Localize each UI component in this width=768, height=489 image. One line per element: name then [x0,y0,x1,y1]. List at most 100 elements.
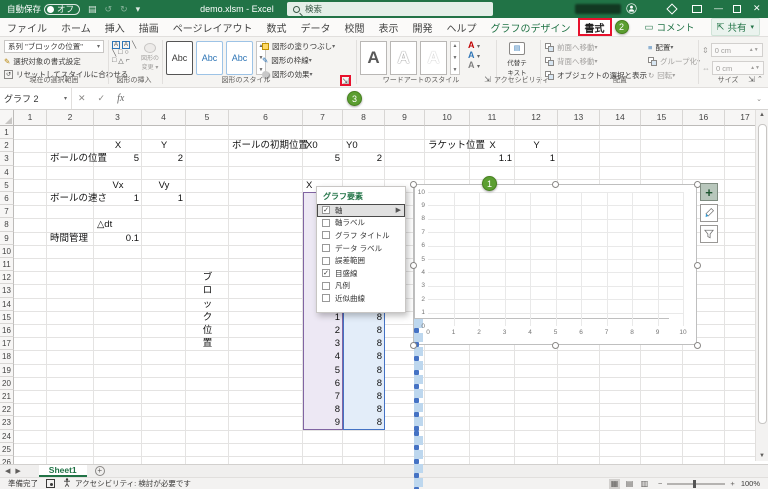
cell-r2c3[interactable]: X [94,139,142,152]
height-spinner[interactable]: 0 cm ▲▼ [710,43,763,57]
comments-button[interactable]: ▭ コメント [639,18,701,36]
save-icon[interactable]: ▤ [88,4,97,15]
cell-r2c11[interactable]: X [470,139,515,152]
sheet-tab-active[interactable]: Sheet1 [38,465,87,477]
selection-handle[interactable] [410,342,417,349]
col-header-2[interactable]: 2 [47,110,94,126]
zoom-level[interactable]: 100% [741,479,760,488]
wordart-scroll[interactable]: ▲ ▼ ▼ [450,41,460,75]
checkbox-unchecked[interactable] [322,281,330,290]
ribbon-options-icon[interactable] [692,5,702,13]
text-fill-button[interactable]: A ▾ [468,40,480,50]
shape-style-2[interactable]: Abc [196,41,223,75]
insert-function-icon[interactable]: fx [117,93,124,104]
cell-r2c12[interactable]: Y [515,139,558,152]
cell-r9c2[interactable]: 時間管理 [47,232,94,245]
row-header-16[interactable]: 16 [0,324,14,338]
row-header-22[interactable]: 22 [0,403,14,417]
send-backward-button[interactable]: 背面へ移動 ▾ [545,56,647,67]
minimize-button[interactable]: — [714,3,723,13]
cell-r2c7[interactable]: X0 [303,139,343,152]
cell-r19c8[interactable]: 8 [343,364,385,377]
row-header-5[interactable]: 5 [0,178,14,192]
textbox-icon[interactable]: A [112,41,121,49]
col-header-10[interactable]: 10 [425,110,470,126]
row-header-11[interactable]: 11 [0,258,14,272]
cell-r9c3[interactable]: 0.1 [94,232,142,245]
cell-r8c3[interactable]: △dt [94,218,142,231]
text-effects-button[interactable]: A ▾ [468,60,480,70]
share-button[interactable]: ⇱ 共有 ▾ [710,18,760,36]
cell-r17c7[interactable]: 3 [303,337,343,350]
row-header-2[interactable]: 2 [0,139,14,153]
cell-r23c8[interactable]: 8 [343,416,385,429]
ribbon-tab-データ[interactable]: データ [294,18,338,36]
ribbon-tab-校閲[interactable]: 校閲 [338,18,372,36]
ribbon-tab-ヘルプ[interactable]: ヘルプ [440,18,484,36]
row-header-20[interactable]: 20 [0,376,14,390]
autosave-toggle[interactable]: オフ [44,3,81,15]
row-header-15[interactable]: 15 [0,310,14,324]
col-header-14[interactable]: 14 [600,110,641,126]
collapse-ribbon-icon[interactable]: ⌃ [757,75,763,83]
col-header-17[interactable]: 17 [725,110,755,126]
col-header-15[interactable]: 15 [641,110,683,126]
ribbon-tab-数式[interactable]: 数式 [260,18,294,36]
cell-r2c10[interactable]: ラケット位置 [425,139,485,152]
cell-r23c7[interactable]: 9 [303,416,343,429]
col-header-3[interactable]: 3 [94,110,142,126]
cell-r14c5[interactable]: ッ [186,298,229,311]
checkbox-checked[interactable]: ✓ [322,269,330,278]
sheet-next-icon[interactable]: ▶ [15,467,20,475]
cell-r3c3[interactable]: 5 [94,152,142,165]
cell-r22c8[interactable]: 8 [343,403,385,416]
shape-styles-dialog-launcher[interactable]: ⇲ [340,75,351,86]
zoom-out-icon[interactable]: − [658,479,662,488]
ribbon-tab-表示[interactable]: 表示 [372,18,406,36]
bring-forward-button[interactable]: 前面へ移動 ▾ [545,42,647,53]
ribbon-tab-ファイル[interactable]: ファイル [0,18,54,36]
menu-item-グラフ タイトル[interactable]: グラフ タイトル [317,229,405,242]
cell-r6c4[interactable]: 1 [142,192,186,205]
cell-r13c5[interactable]: ロ [186,284,229,297]
col-header-12[interactable]: 12 [515,110,558,126]
textbox-vert-icon[interactable]: A [122,41,131,49]
cell-r12c5[interactable]: ブ [186,271,229,284]
shape-style-3[interactable]: Abc [226,41,253,75]
selection-handle[interactable] [694,342,701,349]
checkbox-unchecked[interactable] [322,256,330,265]
chart-styles-button[interactable] [700,204,718,222]
series-selector-combo[interactable]: 系列 "ブロックの位置" ▾ [4,40,104,53]
line2-icon[interactable]: ╲ [112,49,116,57]
selection-handle[interactable] [410,261,417,269]
row-header-10[interactable]: 10 [0,244,14,258]
col-header-5[interactable]: 5 [186,110,229,126]
row-header-18[interactable]: 18 [0,350,14,364]
col-header-13[interactable]: 13 [558,110,600,126]
row-header-25[interactable]: 25 [0,442,14,456]
add-sheet-button[interactable]: + [94,466,105,476]
menu-item-凡例[interactable]: 凡例 [317,280,405,293]
cell-r6c2[interactable]: ボールの速さ [47,192,107,205]
cell-r2c8[interactable]: Y0 [343,139,385,152]
group-button[interactable]: グループ化 ▾ [648,56,700,67]
width-spinner[interactable]: 0 cm ▲▼ [712,61,764,75]
row-header-21[interactable]: 21 [0,390,14,404]
sheet-prev-icon[interactable]: ◀ [5,467,10,475]
col-header-16[interactable]: 16 [683,110,725,126]
row-header-14[interactable]: 14 [0,297,14,311]
search-input[interactable]: 検索 [287,2,493,16]
wordart-style-3[interactable]: A [420,41,447,75]
name-box[interactable]: グラフ 2 ▾ [0,88,72,109]
redo-icon[interactable]: ↻ [120,4,128,15]
menu-item-近似曲線[interactable]: 近似曲線 [317,292,405,305]
cell-r3c2[interactable]: ボールの位置 [47,152,107,165]
checkbox-checked[interactable]: ✓ [322,206,330,215]
cell-r2c4[interactable]: Y [142,139,186,152]
row-header-26[interactable]: 26 [0,456,14,464]
alt-text-button[interactable]: ▤ 代替テ キスト [500,42,534,77]
wordart-dialog-launcher[interactable]: ⇲ [482,75,493,86]
line-icon[interactable]: ╲ [132,41,136,49]
checkbox-unchecked[interactable] [322,218,330,227]
restore-button[interactable] [733,5,741,13]
